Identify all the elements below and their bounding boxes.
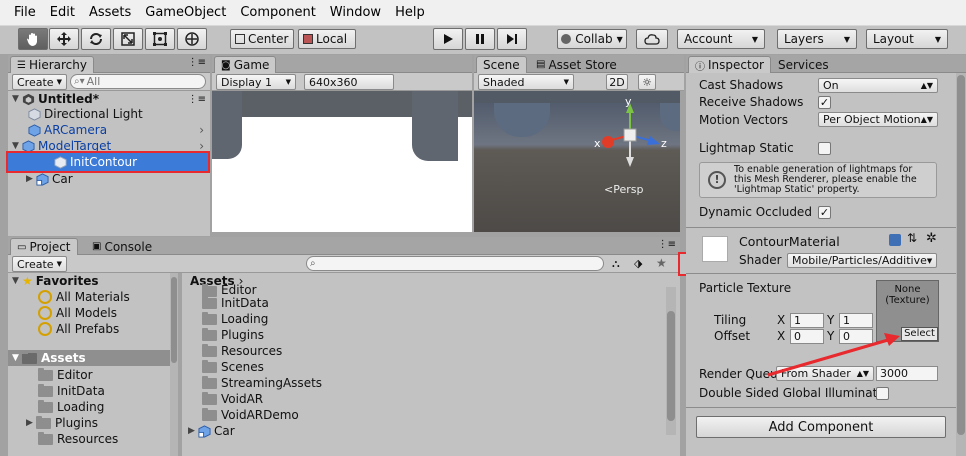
- annotation-arrow: [767, 333, 900, 377]
